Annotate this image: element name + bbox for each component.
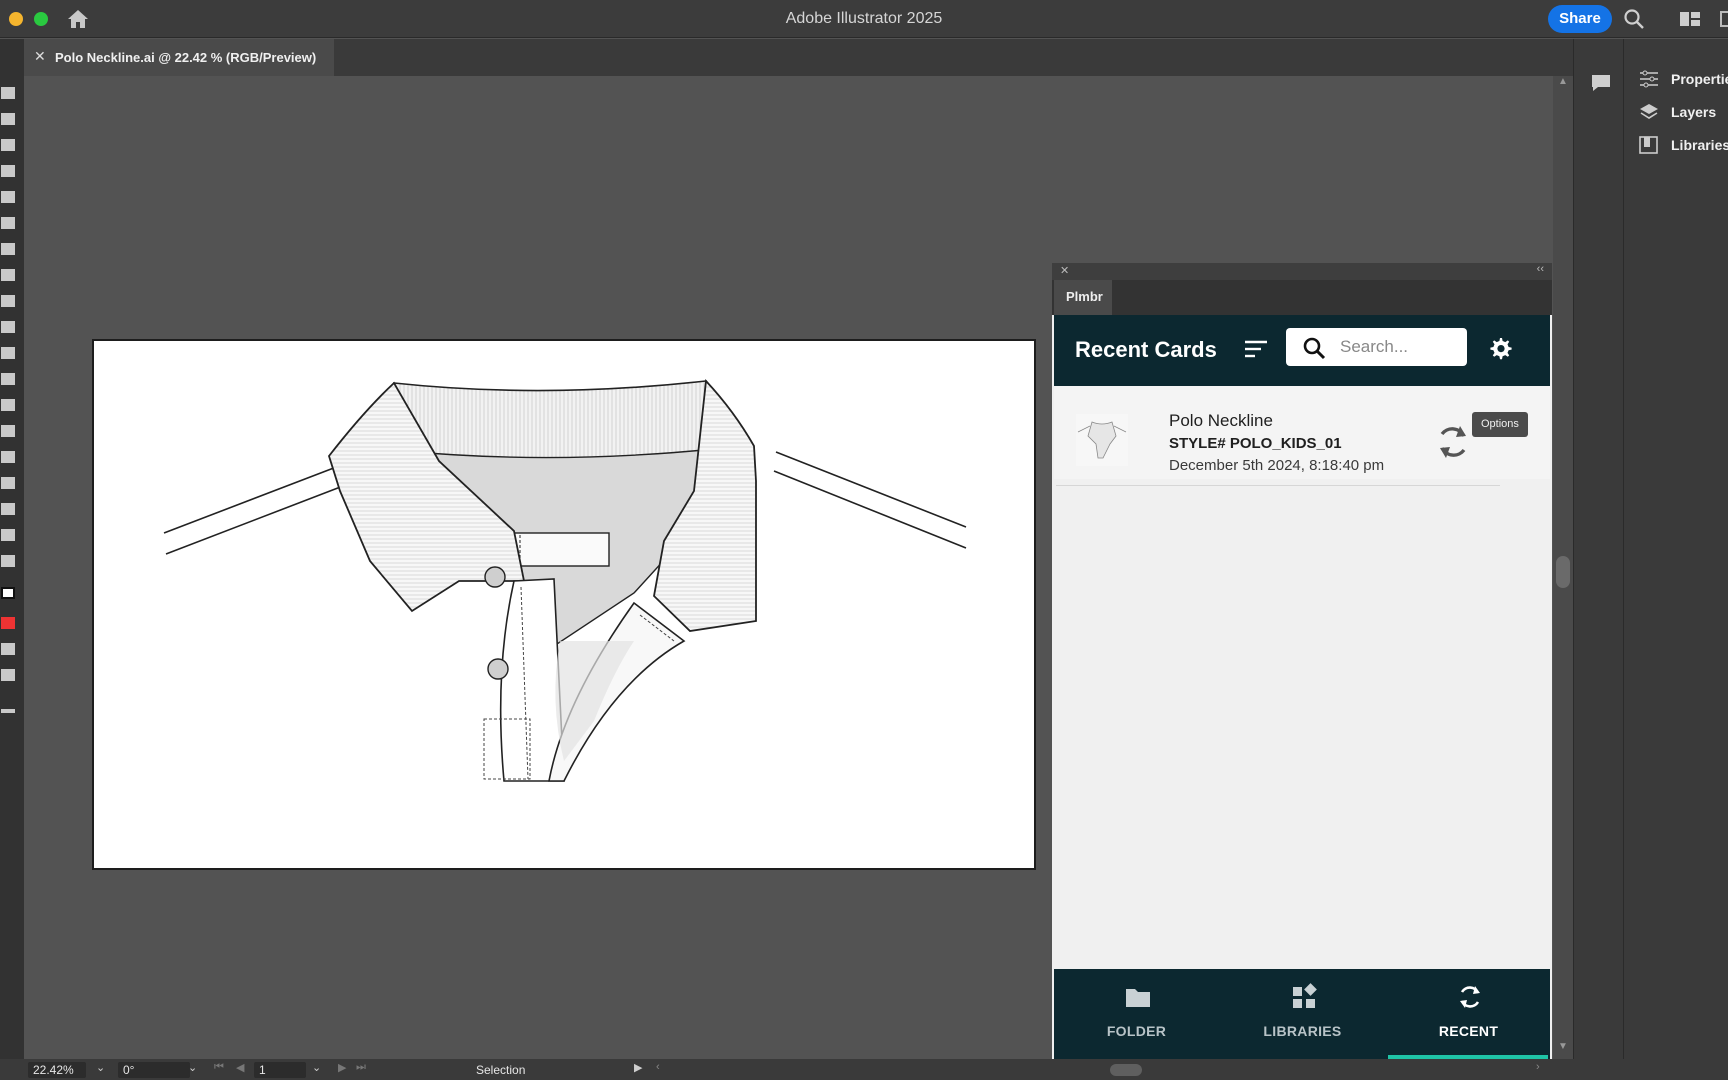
search-icon[interactable] — [1623, 8, 1645, 30]
zoom-tool-icon[interactable] — [1, 529, 15, 541]
horizontal-scrollbar-thumb[interactable] — [1110, 1064, 1142, 1076]
rectangle-tool-icon[interactable] — [1, 191, 15, 203]
next-artboard-icon[interactable]: ▶ — [338, 1061, 346, 1074]
nav-libraries[interactable]: LIBRARIES — [1220, 969, 1385, 1059]
card-timestamp: December 5th 2024, 8:18:40 pm — [1169, 457, 1385, 474]
scrollbar-thumb[interactable] — [1556, 556, 1570, 588]
nav-libraries-label: LIBRARIES — [1263, 1023, 1342, 1039]
nav-folder[interactable]: FOLDER — [1054, 969, 1219, 1059]
artboard[interactable] — [92, 339, 1036, 870]
pencil-tool-icon[interactable] — [1, 243, 15, 255]
artboard-tool-icon[interactable] — [1, 477, 15, 489]
vertical-scrollbar[interactable]: ▲ ▼ — [1553, 76, 1573, 1059]
title-bar: Adobe Illustrator 2025 Share — [0, 0, 1728, 38]
page-title: Recent Cards — [1075, 337, 1217, 362]
comments-strip — [1573, 39, 1623, 1059]
nav-folder-label: FOLDER — [1106, 1023, 1167, 1039]
close-tab-icon[interactable]: ✕ — [34, 48, 46, 65]
paintbrush-tool-icon[interactable] — [1, 217, 15, 229]
swap-colors-icon[interactable] — [1, 555, 15, 567]
properties-label: Properties — [1671, 71, 1728, 87]
scroll-right-icon[interactable]: › — [1536, 1061, 1540, 1073]
scroll-left-icon[interactable]: ‹ — [656, 1061, 660, 1073]
polo-neckline-artwork — [163, 378, 967, 782]
search-box[interactable] — [1286, 328, 1467, 366]
list-item[interactable]: Polo Neckline STYLE# POLO_KIDS_01 Decemb… — [1054, 386, 1550, 479]
blend-tool-icon[interactable] — [1, 425, 15, 437]
libraries-label: Libraries — [1671, 137, 1728, 153]
direct-selection-tool-icon[interactable] — [1, 113, 15, 125]
plmbr-header: Recent Cards — [1054, 315, 1550, 386]
fill-stroke-icon[interactable] — [1, 587, 15, 599]
panels-dock: Properties Layers Libraries — [1623, 39, 1728, 1059]
tab-plmbr[interactable]: Plmbr — [1054, 280, 1112, 315]
panel-tab-row: Plmbr — [1052, 280, 1552, 315]
current-tool-label: Selection — [476, 1063, 526, 1077]
rotation-dropdown-icon[interactable]: ⌄ — [188, 1061, 197, 1074]
collapse-panel-icon[interactable]: ‹‹ — [1537, 263, 1544, 275]
width-tool-icon[interactable] — [1, 321, 15, 333]
nav-recent-label: RECENT — [1438, 1023, 1499, 1039]
document-tab-label: Polo Neckline.ai @ 22.42 % (RGB/Preview) — [55, 50, 317, 65]
zoom-dropdown-icon[interactable]: ⌄ — [96, 1061, 105, 1074]
gradient-tool-icon[interactable] — [1, 347, 15, 359]
selection-tool-icon[interactable] — [1, 87, 15, 99]
card-thumbnail — [1076, 414, 1128, 466]
status-bar: 22.42% ⌄ 0° ⌄ ⏮ ◀ 1 ⌄ ▶ ⏭ Selection ▶ ‹ … — [0, 1059, 1728, 1080]
eyedropper-tool-icon[interactable] — [1, 399, 15, 411]
rotation-field[interactable]: 0° — [118, 1062, 190, 1078]
rotate-tool-icon[interactable] — [1, 269, 15, 281]
bottom-nav: FOLDER LIBRARIES RECENT — [1054, 969, 1550, 1059]
draw-mode-icon[interactable] — [1, 643, 15, 655]
last-artboard-icon[interactable]: ⏭ — [356, 1061, 366, 1074]
options-tooltip: Options — [1472, 412, 1528, 437]
plmbr-panel: ✕ ‹‹ Plmbr Recent Cards Polo Neckline ST… — [1052, 263, 1552, 1059]
scroll-up-icon[interactable]: ▲ — [1558, 76, 1568, 87]
artboard-dropdown-icon[interactable]: ⌄ — [312, 1061, 321, 1074]
libraries-grid-icon — [1293, 983, 1317, 1008]
search-icon — [1303, 337, 1326, 360]
share-button[interactable]: Share — [1548, 5, 1612, 33]
none-color-icon[interactable] — [1, 617, 15, 629]
curvature-tool-icon[interactable] — [1, 165, 15, 177]
close-panel-icon[interactable]: ✕ — [1060, 264, 1069, 277]
symbol-sprayer-tool-icon[interactable] — [1, 451, 15, 463]
previous-artboard-icon[interactable]: ◀ — [236, 1061, 244, 1074]
document-tab-bar: ✕ Polo Neckline.ai @ 22.42 % (RGB/Previe… — [0, 39, 1573, 76]
workspace-switcher-icon[interactable] — [1679, 11, 1701, 27]
layers-label: Layers — [1671, 104, 1717, 120]
pen-tool-icon[interactable] — [1, 139, 15, 151]
comment-icon[interactable] — [1590, 73, 1612, 93]
layers-icon — [1640, 104, 1658, 119]
hand-tool-icon[interactable] — [1, 503, 15, 515]
status-menu-icon[interactable]: ▶ — [634, 1061, 642, 1074]
artboard-number-field[interactable]: 1 — [254, 1062, 306, 1078]
divider — [1056, 485, 1500, 486]
tools-panel — [0, 39, 24, 1059]
libraries-icon — [1639, 136, 1658, 154]
panel-title-bar[interactable]: ✕ ‹‹ — [1052, 263, 1552, 280]
document-tab[interactable]: ✕ Polo Neckline.ai @ 22.42 % (RGB/Previe… — [24, 39, 334, 76]
app-title: Adobe Illustrator 2025 — [785, 10, 943, 27]
sort-icon[interactable] — [1244, 339, 1268, 359]
scroll-down-icon[interactable]: ▼ — [1558, 1041, 1568, 1052]
more-tools-icon[interactable] — [1, 709, 15, 713]
folder-icon — [1126, 989, 1150, 1007]
properties-icon — [1640, 70, 1658, 88]
zoom-field[interactable]: 22.42% — [28, 1062, 86, 1078]
search-input[interactable] — [1340, 336, 1460, 358]
panel-toggle-icon[interactable] — [1720, 11, 1728, 27]
eraser-tool-icon[interactable] — [1, 295, 15, 307]
sync-icon — [1460, 986, 1480, 1008]
mesh-tool-icon[interactable] — [1, 373, 15, 385]
sync-icon[interactable] — [1434, 422, 1472, 462]
nav-recent[interactable]: RECENT — [1386, 969, 1551, 1059]
screen-mode-icon[interactable] — [1, 669, 15, 681]
first-artboard-icon[interactable]: ⏮ — [214, 1061, 224, 1074]
card-name: Polo Neckline — [1169, 411, 1273, 430]
card-style-number: STYLE# POLO_KIDS_01 — [1169, 435, 1342, 452]
gear-icon[interactable] — [1487, 335, 1513, 361]
